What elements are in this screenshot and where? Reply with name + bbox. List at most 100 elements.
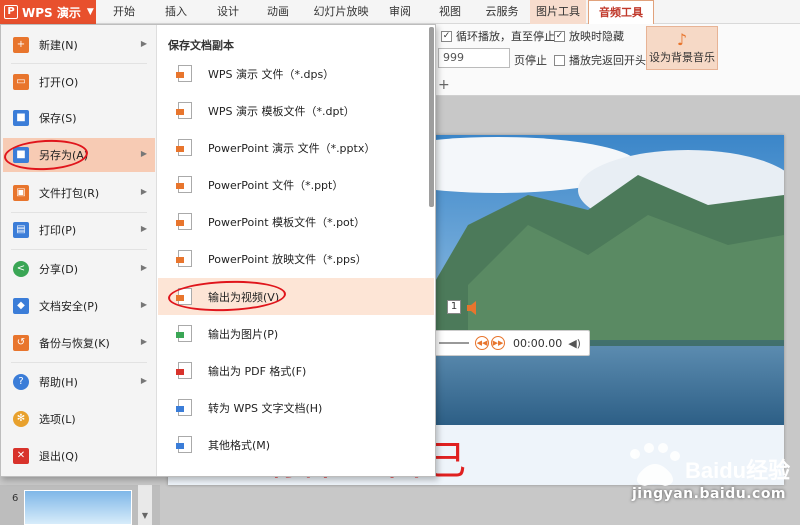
save-as-pptx[interactable]: PowerPoint 演示 文件（*.pptx）	[158, 129, 434, 166]
save-as-pot[interactable]: PowerPoint 模板文件（*.pot）	[158, 203, 434, 240]
folder-icon: ▭	[13, 74, 29, 90]
stop-after-page-input[interactable]: 999	[438, 48, 510, 68]
hide-label: 放映时隐藏	[569, 30, 624, 43]
check-icon: ✓	[441, 30, 452, 42]
submenu-item-label: PowerPoint 文件（*.ppt）	[208, 178, 344, 192]
menu-item-open[interactable]: ▭ 打开(O)	[3, 65, 155, 99]
set-background-music-button[interactable]: ♪ 设为背景音乐	[646, 26, 718, 70]
menu-item-label: 选项(L)	[39, 413, 76, 426]
volume-icon[interactable]: ◀)	[568, 337, 581, 350]
hide-checkbox[interactable]: ✓ 放映时隐藏	[554, 28, 624, 44]
tab-cloud[interactable]: 云服务	[478, 0, 526, 24]
tab-audio-tools[interactable]: 音频工具	[588, 0, 654, 24]
chevron-down-icon: ▼	[86, 7, 94, 17]
loop-checkbox[interactable]: ✓ 循环播放，直至停止	[441, 28, 555, 44]
menu-item-security[interactable]: ◆ 文档安全(P) ▶	[3, 289, 155, 323]
slide-thumbnail[interactable]	[24, 490, 132, 525]
tab-review[interactable]: 审阅	[382, 0, 418, 24]
thumbnail-number: 6	[12, 493, 19, 504]
rewind-checkbox[interactable]: 播放完返回开头	[554, 52, 646, 68]
save-as-ppt[interactable]: PowerPoint 文件（*.ppt）	[158, 166, 434, 203]
submenu-item-label: PowerPoint 演示 文件（*.pptx）	[208, 141, 376, 155]
chevron-right-icon: ▶	[140, 187, 147, 196]
menu-item-label: 保存(S)	[39, 112, 77, 125]
chevron-right-icon: ▶	[140, 39, 147, 48]
submenu-item-label: 输出为图片(P)	[208, 327, 279, 341]
convert-wps-doc[interactable]: 转为 WPS 文字文档(H)	[158, 389, 434, 426]
tab-picture-tools[interactable]: 图片工具	[530, 0, 586, 24]
menu-item-backup[interactable]: ↺ 备份与恢复(K) ▶	[3, 326, 155, 360]
wps-doc-icon	[176, 399, 192, 416]
export-image[interactable]: 输出为图片(P)	[158, 315, 434, 352]
save-as-pps[interactable]: PowerPoint 放映文件（*.pps）	[158, 240, 434, 277]
save-other-format[interactable]: 其他格式(M)	[158, 426, 434, 463]
menu-item-save[interactable]: ■ 保存(S)	[3, 101, 155, 135]
tab-design[interactable]: 设计	[208, 0, 248, 24]
wps-logo-icon: P	[4, 5, 18, 19]
file-menu: + 新建(N) ▶ ▭ 打开(O) ■ 保存(S) ■ 另存为(A) ▶ ▣ 文…	[0, 24, 436, 477]
audio-progress-track[interactable]	[439, 342, 469, 344]
menu-item-label: 打印(P)	[39, 224, 77, 237]
music-note-icon: ♪	[676, 30, 688, 49]
submenu-title: 保存文档副本	[168, 39, 234, 52]
rewind-icon[interactable]: ◀◀	[475, 336, 489, 350]
tab-animation[interactable]: 动画	[258, 0, 298, 24]
menu-item-label: 文件打包(R)	[39, 187, 100, 200]
pot-file-icon	[176, 213, 192, 230]
wps-menu-label: WPS 演示	[22, 5, 81, 20]
new-file-icon: +	[13, 37, 29, 53]
menu-item-new[interactable]: + 新建(N) ▶	[3, 28, 155, 62]
chevron-right-icon: ▶	[140, 376, 147, 385]
chevron-right-icon: ▶	[140, 337, 147, 346]
menu-item-label: 新建(N)	[39, 39, 78, 52]
tab-home[interactable]: 开始	[104, 0, 144, 24]
submenu-item-label: PowerPoint 放映文件（*.pps）	[208, 252, 367, 266]
tab-insert[interactable]: 插入	[156, 0, 196, 24]
fast-forward-icon[interactable]: ▶▶	[491, 336, 505, 350]
menu-item-label: 打开(O)	[39, 76, 79, 89]
menu-item-label: 另存为(A)	[39, 149, 89, 162]
menu-item-share[interactable]: < 分享(D) ▶	[3, 252, 155, 286]
menu-item-label: 退出(Q)	[39, 450, 79, 463]
rewind-label: 播放完返回开头	[569, 54, 646, 67]
submenu-item-label: 输出为视频(V)	[208, 290, 280, 304]
menu-divider	[11, 63, 147, 64]
submenu-scrollbar[interactable]	[429, 27, 434, 207]
tab-slideshow[interactable]: 幻灯片放映	[306, 0, 376, 24]
save-as-dpt[interactable]: WPS 演示 模板文件（*.dpt）	[158, 92, 434, 129]
menu-item-help[interactable]: ? 帮助(H) ▶	[3, 365, 155, 399]
menu-item-label: 文档安全(P)	[39, 300, 99, 313]
audio-player-bar[interactable]: ◀◀ ▶▶ 00:00.00 ◀)	[432, 330, 590, 356]
speaker-icon[interactable]	[464, 298, 484, 318]
submenu-item-label: 转为 WPS 文字文档(H)	[208, 401, 323, 415]
share-icon: <	[13, 261, 29, 277]
submenu-item-label: WPS 演示 文件（*.dps）	[208, 67, 335, 81]
menu-item-print[interactable]: ▤ 打印(P) ▶	[3, 213, 155, 247]
chevron-right-icon: ▶	[140, 300, 147, 309]
image-file-icon	[176, 325, 192, 342]
menu-item-save-as[interactable]: ■ 另存为(A) ▶	[3, 138, 155, 172]
menu-item-options[interactable]: ✻ 选项(L)	[3, 402, 155, 436]
submenu-item-label: 输出为 PDF 格式(F)	[208, 364, 307, 378]
menu-divider	[11, 249, 147, 250]
menu-item-exit[interactable]: ✕ 退出(Q)	[3, 439, 155, 473]
dpt-file-icon	[176, 102, 192, 119]
tab-view[interactable]: 视图	[432, 0, 468, 24]
menu-item-label: 备份与恢复(K)	[39, 337, 110, 350]
export-pdf[interactable]: 输出为 PDF 格式(F)	[158, 352, 434, 389]
menu-item-label: 帮助(H)	[39, 376, 78, 389]
thumbnail-scrollbar[interactable]: ▼	[138, 485, 152, 525]
save-icon: ■	[13, 110, 29, 126]
wps-menu-button[interactable]: P WPS 演示 ▼	[0, 0, 96, 24]
save-as-dps[interactable]: WPS 演示 文件（*.dps）	[158, 55, 434, 92]
print-icon: ▤	[13, 222, 29, 238]
chevron-right-icon: ▶	[140, 224, 147, 233]
add-icon[interactable]: +	[438, 77, 450, 93]
menu-item-package[interactable]: ▣ 文件打包(R) ▶	[3, 176, 155, 210]
chevron-right-icon: ▶	[140, 149, 147, 158]
security-icon: ◆	[13, 298, 29, 314]
export-video[interactable]: 输出为视频(V)	[158, 278, 434, 315]
chevron-right-icon: ▶	[140, 263, 147, 272]
page-stop-label: 页停止	[514, 54, 547, 67]
ribbon-tab-bar: P WPS 演示 ▼ 开始 插入 设计 动画 幻灯片放映 审阅 视图 云服务 图…	[0, 0, 800, 24]
